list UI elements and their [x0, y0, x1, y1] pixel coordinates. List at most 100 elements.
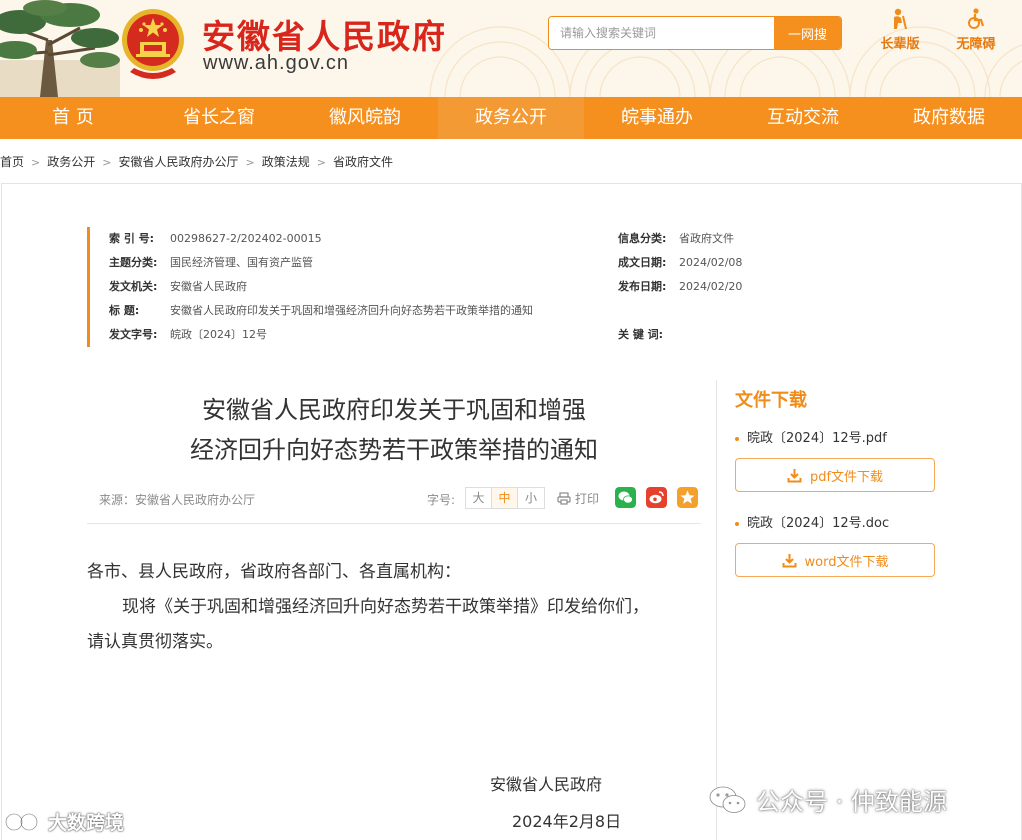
breadcrumb: 首页 > 政务公开 > 安徽省人民政府办公厅 > 政策法规 > 省政府文件	[0, 153, 393, 169]
meta-category-value: 省政府文件	[679, 232, 734, 245]
breadcrumb-home[interactable]: 首页	[0, 153, 24, 170]
bullet-icon	[735, 436, 739, 441]
meta-created-label: 成文日期:	[618, 256, 667, 269]
font-size-large-button[interactable]: 大	[466, 488, 492, 508]
breadcrumb-general-office[interactable]: 安徽省人民政府办公厅	[118, 153, 238, 170]
meta-doc-no-value: 皖政〔2024〕12号	[170, 328, 267, 341]
elder-mode-label: 长辈版	[880, 37, 920, 52]
pine-tree-illustration	[0, 0, 120, 97]
meta-created: 成文日期: 2024/02/08	[618, 256, 742, 270]
weibo-share-icon[interactable]	[646, 487, 667, 508]
meta-title-label: 标 题:	[109, 304, 140, 317]
meta-published-label: 发布日期:	[618, 280, 667, 293]
download-icon	[787, 468, 802, 482]
watermark-right-text: 公众号 · 仲致能源	[756, 788, 947, 816]
wechat-watermark-icon	[709, 786, 746, 813]
meta-issuer: 发文机关: 安徽省人民政府	[109, 280, 247, 294]
word-download-button[interactable]: word文件下载	[735, 543, 935, 577]
breadcrumb-provincial-documents[interactable]: 省政府文件	[333, 153, 393, 170]
meta-published-value: 2024/02/20	[679, 280, 743, 293]
site-header: 安徽省人民政府 www.ah.gov.cn 一网搜 长辈版 无障碍	[0, 0, 1022, 97]
meta-topic-label: 主题分类:	[109, 256, 158, 269]
article-title-line-1: 安徽省人民政府印发关于巩固和增强	[202, 396, 586, 424]
watermark-left-text: 大数跨境	[48, 812, 125, 834]
wheelchair-icon	[968, 8, 985, 29]
font-size-selector: 大 中 小	[465, 487, 545, 509]
signature-organization: 安徽省人民政府	[490, 775, 603, 794]
main-nav: 首 页 省长之窗 徽风皖韵 政务公开 皖事通办 互动交流 政府数据	[0, 97, 1022, 139]
national-emblem-icon	[122, 9, 184, 79]
elder-icon	[894, 8, 907, 30]
meta-index-no-value: 00298627-2/202402-00015	[170, 232, 322, 245]
breadcrumb-chevron-icon: >	[102, 156, 112, 169]
meta-issuer-label: 发文机关:	[109, 280, 158, 293]
site-domain: www.ah.gov.cn	[203, 52, 350, 74]
nav-item-culture[interactable]: 徽风皖韵	[292, 97, 438, 139]
watermark-right: 公众号 · 仲致能源	[708, 782, 947, 817]
meta-index-no: 索 引 号: 00298627-2/202402-00015	[109, 232, 322, 246]
meta-keywords-label: 关 键 词:	[618, 328, 664, 341]
meta-title-value: 安徽省人民政府印发关于巩固和增强经济回升向好态势若干政策举措的通知	[170, 304, 533, 317]
signature-date: 2024年2月8日	[512, 812, 622, 831]
font-size-small-button[interactable]: 小	[518, 488, 544, 508]
site-title[interactable]: 安徽省人民政府	[202, 10, 447, 58]
meta-category: 信息分类: 省政府文件	[618, 232, 734, 246]
breadcrumb-chevron-icon: >	[31, 156, 41, 169]
article-source: 来源：安徽省人民政府办公厅	[99, 493, 256, 507]
nav-item-services[interactable]: 皖事通办	[584, 97, 730, 139]
favorite-share-icon[interactable]	[677, 487, 698, 508]
meta-keywords: 关 键 词:	[618, 328, 679, 342]
article-toolbar: 来源：安徽省人民政府办公厅 字号: 大 中 小 打印	[87, 484, 701, 524]
article-title: 安徽省人民政府印发关于巩固和增强 经济回升向好态势若干政策举措的通知	[94, 390, 694, 470]
breadcrumb-chevron-icon: >	[316, 156, 326, 169]
meta-doc-no-label: 发文字号:	[109, 328, 158, 341]
download-file-label-doc: 晥政〔2024〕12号.doc	[747, 516, 890, 531]
search-input[interactable]	[549, 17, 775, 49]
document-metadata: 索 引 号: 00298627-2/202402-00015 信息分类: 省政府文件…	[87, 227, 781, 347]
watermark-left: 大数跨境	[4, 808, 124, 835]
download-icon	[782, 553, 797, 567]
meta-topic-value: 国民经济管理、国有资产监管	[170, 256, 313, 269]
printer-icon	[557, 492, 571, 505]
meta-published: 发布日期: 2024/02/20	[618, 280, 742, 294]
article-title-line-2: 经济回升向好态势若干政策举措的通知	[190, 436, 598, 464]
watermark-logo-icon	[4, 812, 39, 831]
nav-item-home[interactable]: 首 页	[0, 97, 146, 139]
accessibility-label: 无障碍	[956, 37, 996, 52]
pdf-download-button[interactable]: pdf文件下载	[735, 458, 935, 492]
meta-index-no-label: 索 引 号:	[109, 232, 155, 245]
print-label: 打印	[575, 492, 600, 506]
meta-title: 标 题: 安徽省人民政府印发关于巩固和增强经济回升向好态势若干政策举措的通知	[109, 304, 533, 318]
article-paragraph-1: 现将《关于巩固和增强经济回升向好态势若干政策举措》印发给你们，	[122, 597, 649, 617]
font-size-label: 字号:	[427, 493, 456, 507]
word-download-label: word文件下载	[804, 554, 889, 570]
elder-mode-button[interactable]: 长辈版	[870, 8, 930, 52]
article-paragraph-2: 请认真贯彻落实。	[87, 632, 223, 652]
sidebar-divider	[716, 380, 717, 840]
downloads-title: 文件下载	[735, 390, 807, 411]
meta-doc-no: 发文字号: 皖政〔2024〕12号	[109, 328, 267, 342]
print-button[interactable]: 打印	[557, 490, 599, 507]
font-size-medium-button[interactable]: 中	[492, 488, 518, 508]
search-button[interactable]: 一网搜	[774, 17, 841, 49]
nav-item-data[interactable]: 政府数据	[876, 97, 1022, 139]
download-file-name-doc: 晥政〔2024〕12号.doc	[735, 512, 889, 531]
nav-item-interaction[interactable]: 互动交流	[730, 97, 876, 139]
meta-created-value: 2024/02/08	[679, 256, 743, 269]
meta-issuer-value: 安徽省人民政府	[170, 280, 247, 293]
breadcrumb-chevron-icon: >	[245, 156, 255, 169]
download-file-name-pdf: 晥政〔2024〕12号.pdf	[735, 427, 887, 446]
wechat-share-icon[interactable]	[615, 487, 636, 508]
breadcrumb-policies[interactable]: 政策法规	[262, 153, 310, 170]
search-box: 一网搜	[548, 16, 842, 50]
breadcrumb-government-affairs[interactable]: 政务公开	[47, 153, 95, 170]
bullet-icon	[735, 521, 739, 526]
nav-item-governor[interactable]: 省长之窗	[146, 97, 292, 139]
meta-category-label: 信息分类:	[618, 232, 667, 245]
article-salutation: 各市、县人民政府，省政府各部门、各直属机构：	[87, 562, 461, 582]
download-file-label-pdf: 晥政〔2024〕12号.pdf	[747, 431, 887, 446]
accessibility-button[interactable]: 无障碍	[946, 8, 1006, 52]
nav-item-government-affairs[interactable]: 政务公开	[438, 97, 584, 139]
meta-topic: 主题分类: 国民经济管理、国有资产监管	[109, 256, 313, 270]
pdf-download-label: pdf文件下载	[809, 469, 884, 485]
